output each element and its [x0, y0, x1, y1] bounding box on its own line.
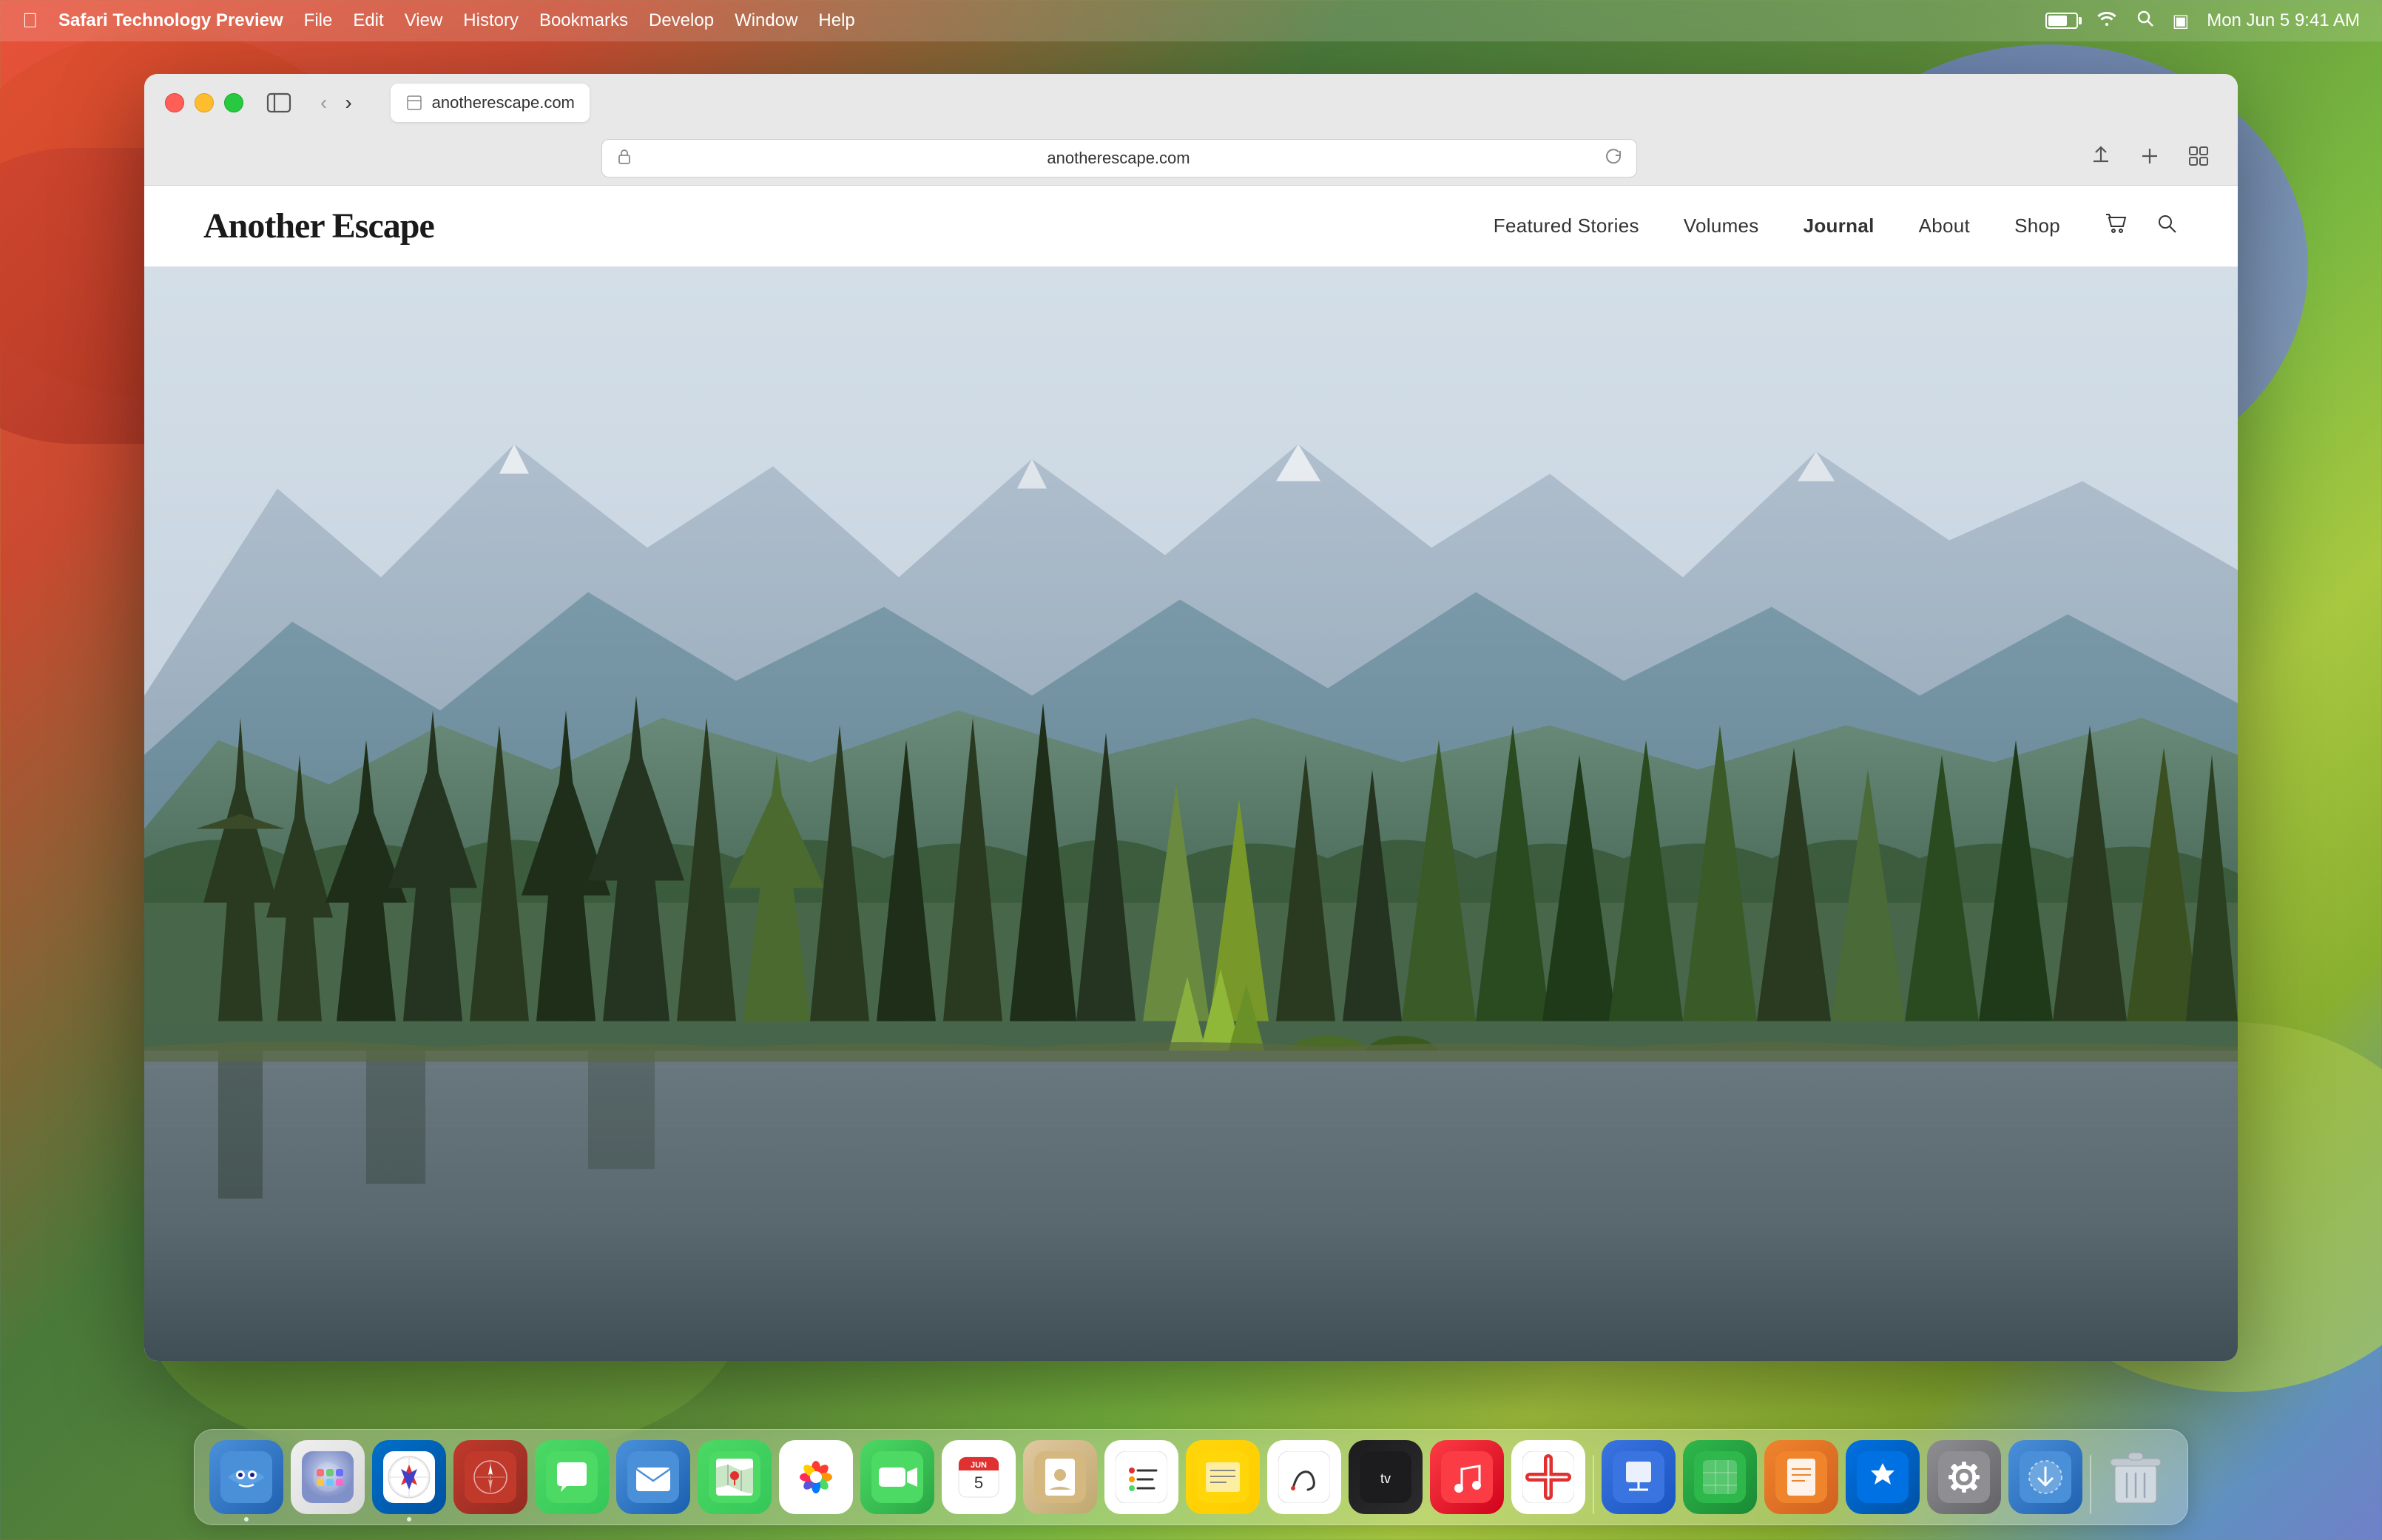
refresh-button[interactable] — [1605, 148, 1622, 169]
nav-shop[interactable]: Shop — [2014, 215, 2060, 237]
menubar-file[interactable]: File — [304, 10, 333, 31]
apple-logo[interactable]:  — [22, 9, 38, 33]
svg-text:5: 5 — [974, 1473, 983, 1492]
forward-button[interactable]: › — [339, 88, 357, 118]
browser-chrome: ‹ › anotherescape.com — [144, 74, 2238, 186]
nav-volumes[interactable]: Volumes — [1684, 215, 1759, 237]
dock-calendar[interactable]: JUN 5 — [942, 1440, 1016, 1514]
menubar-clock: Mon Jun 5 9:41 AM — [2207, 10, 2360, 31]
search-button[interactable] — [2155, 212, 2179, 241]
tab-container: anotherescape.com — [376, 84, 2217, 122]
share-button[interactable] — [2085, 141, 2116, 177]
dock-appletv[interactable]: tv — [1349, 1440, 1423, 1514]
menubar-right: ▣ Mon Jun 5 9:41 AM — [2045, 9, 2360, 33]
address-bar[interactable]: anotherescape.com — [601, 139, 1637, 178]
finder-dot — [244, 1517, 249, 1522]
cart-button[interactable] — [2105, 212, 2128, 241]
active-tab[interactable]: anotherescape.com — [391, 84, 590, 122]
tab-page-icon — [405, 94, 423, 112]
hero-landscape-svg — [144, 267, 2238, 1361]
tab-overview-button[interactable] — [2183, 141, 2214, 177]
dock-freeform[interactable] — [1267, 1440, 1341, 1514]
menubar-edit[interactable]: Edit — [353, 10, 383, 31]
battery-indicator — [2045, 13, 2078, 29]
toolbar-actions — [2085, 141, 2214, 177]
svg-text:JUN: JUN — [971, 1461, 987, 1470]
dock-separator-2 — [2090, 1455, 2091, 1514]
nav-featured-stories[interactable]: Featured Stories — [1494, 215, 1639, 237]
site-nav-icons — [2105, 212, 2179, 241]
menubar-view[interactable]: View — [405, 10, 443, 31]
nav-about[interactable]: About — [1919, 215, 1970, 237]
menubar-develop[interactable]: Develop — [649, 10, 714, 31]
dock-photos[interactable] — [779, 1440, 853, 1514]
dock-system-preferences[interactable] — [1927, 1440, 2001, 1514]
dock-downloads[interactable] — [2008, 1440, 2082, 1514]
lock-icon — [617, 148, 632, 169]
menubar-app-name[interactable]: Safari Technology Preview — [58, 10, 283, 31]
dock-appstore[interactable] — [1846, 1440, 1920, 1514]
fullscreen-button[interactable] — [224, 93, 243, 112]
dock-notes[interactable] — [1186, 1440, 1260, 1514]
dock-reminders[interactable] — [1104, 1440, 1178, 1514]
menubar-left:  Safari Technology Preview File Edit Vi… — [22, 9, 855, 33]
dock-pages[interactable] — [1764, 1440, 1838, 1514]
back-button[interactable]: ‹ — [314, 88, 333, 118]
dock-trash[interactable] — [2099, 1440, 2173, 1514]
sidebar-toggle-button[interactable] — [261, 85, 297, 121]
dock-safari[interactable] — [372, 1440, 446, 1514]
wifi-icon — [2096, 10, 2118, 33]
svg-text:tv: tv — [1380, 1471, 1391, 1486]
hero-image — [144, 267, 2238, 1361]
website-content: Another Escape Featured Stories Volumes … — [144, 186, 2238, 1361]
minimize-button[interactable] — [195, 93, 214, 112]
dock-news[interactable] — [1511, 1440, 1585, 1514]
menubar-help[interactable]: Help — [818, 10, 854, 31]
address-url: anotherescape.com — [641, 149, 1596, 168]
dock-numbers[interactable] — [1683, 1440, 1757, 1514]
site-navigation: Another Escape Featured Stories Volumes … — [144, 186, 2238, 267]
dock-contacts[interactable] — [1023, 1440, 1097, 1514]
dock-instruments[interactable] — [453, 1440, 527, 1514]
dock: JUN 5 — [194, 1429, 2188, 1525]
new-tab-button[interactable] — [2134, 141, 2165, 177]
browser-tabs-bar: ‹ › anotherescape.com — [144, 74, 2238, 132]
battery-icon — [2045, 13, 2078, 29]
dock-facetime[interactable] — [860, 1440, 934, 1514]
dock-maps[interactable] — [698, 1440, 772, 1514]
control-center-icon[interactable]: ▣ — [2173, 10, 2190, 32]
menubar-history[interactable]: History — [463, 10, 519, 31]
traffic-lights — [165, 93, 243, 112]
battery-fill — [2048, 16, 2067, 26]
dock-separator — [1593, 1455, 1594, 1514]
close-button[interactable] — [165, 93, 184, 112]
site-logo[interactable]: Another Escape — [203, 206, 434, 246]
dock-keynote[interactable] — [1602, 1440, 1676, 1514]
menubar-window[interactable]: Window — [735, 10, 797, 31]
nav-journal[interactable]: Journal — [1804, 215, 1875, 237]
safari-dot — [407, 1517, 411, 1522]
address-bar-container: anotherescape.com — [601, 139, 1637, 178]
dock-launchpad[interactable] — [291, 1440, 365, 1514]
dock-messages[interactable] — [535, 1440, 609, 1514]
menubar-bookmarks[interactable]: Bookmarks — [539, 10, 628, 31]
dock-music[interactable] — [1430, 1440, 1504, 1514]
browser-toolbar: anotherescape.com — [144, 132, 2238, 185]
search-menubar-icon[interactable] — [2136, 9, 2155, 33]
site-nav-links: Featured Stories Volumes Journal About S… — [1494, 215, 2060, 237]
dock-mail[interactable] — [616, 1440, 690, 1514]
browser-window: ‹ › anotherescape.com — [144, 74, 2238, 1361]
tab-title: anotherescape.com — [432, 93, 575, 112]
navigation-arrows: ‹ › — [314, 88, 358, 118]
menubar:  Safari Technology Preview File Edit Vi… — [0, 0, 2382, 41]
dock-finder[interactable] — [209, 1440, 283, 1514]
